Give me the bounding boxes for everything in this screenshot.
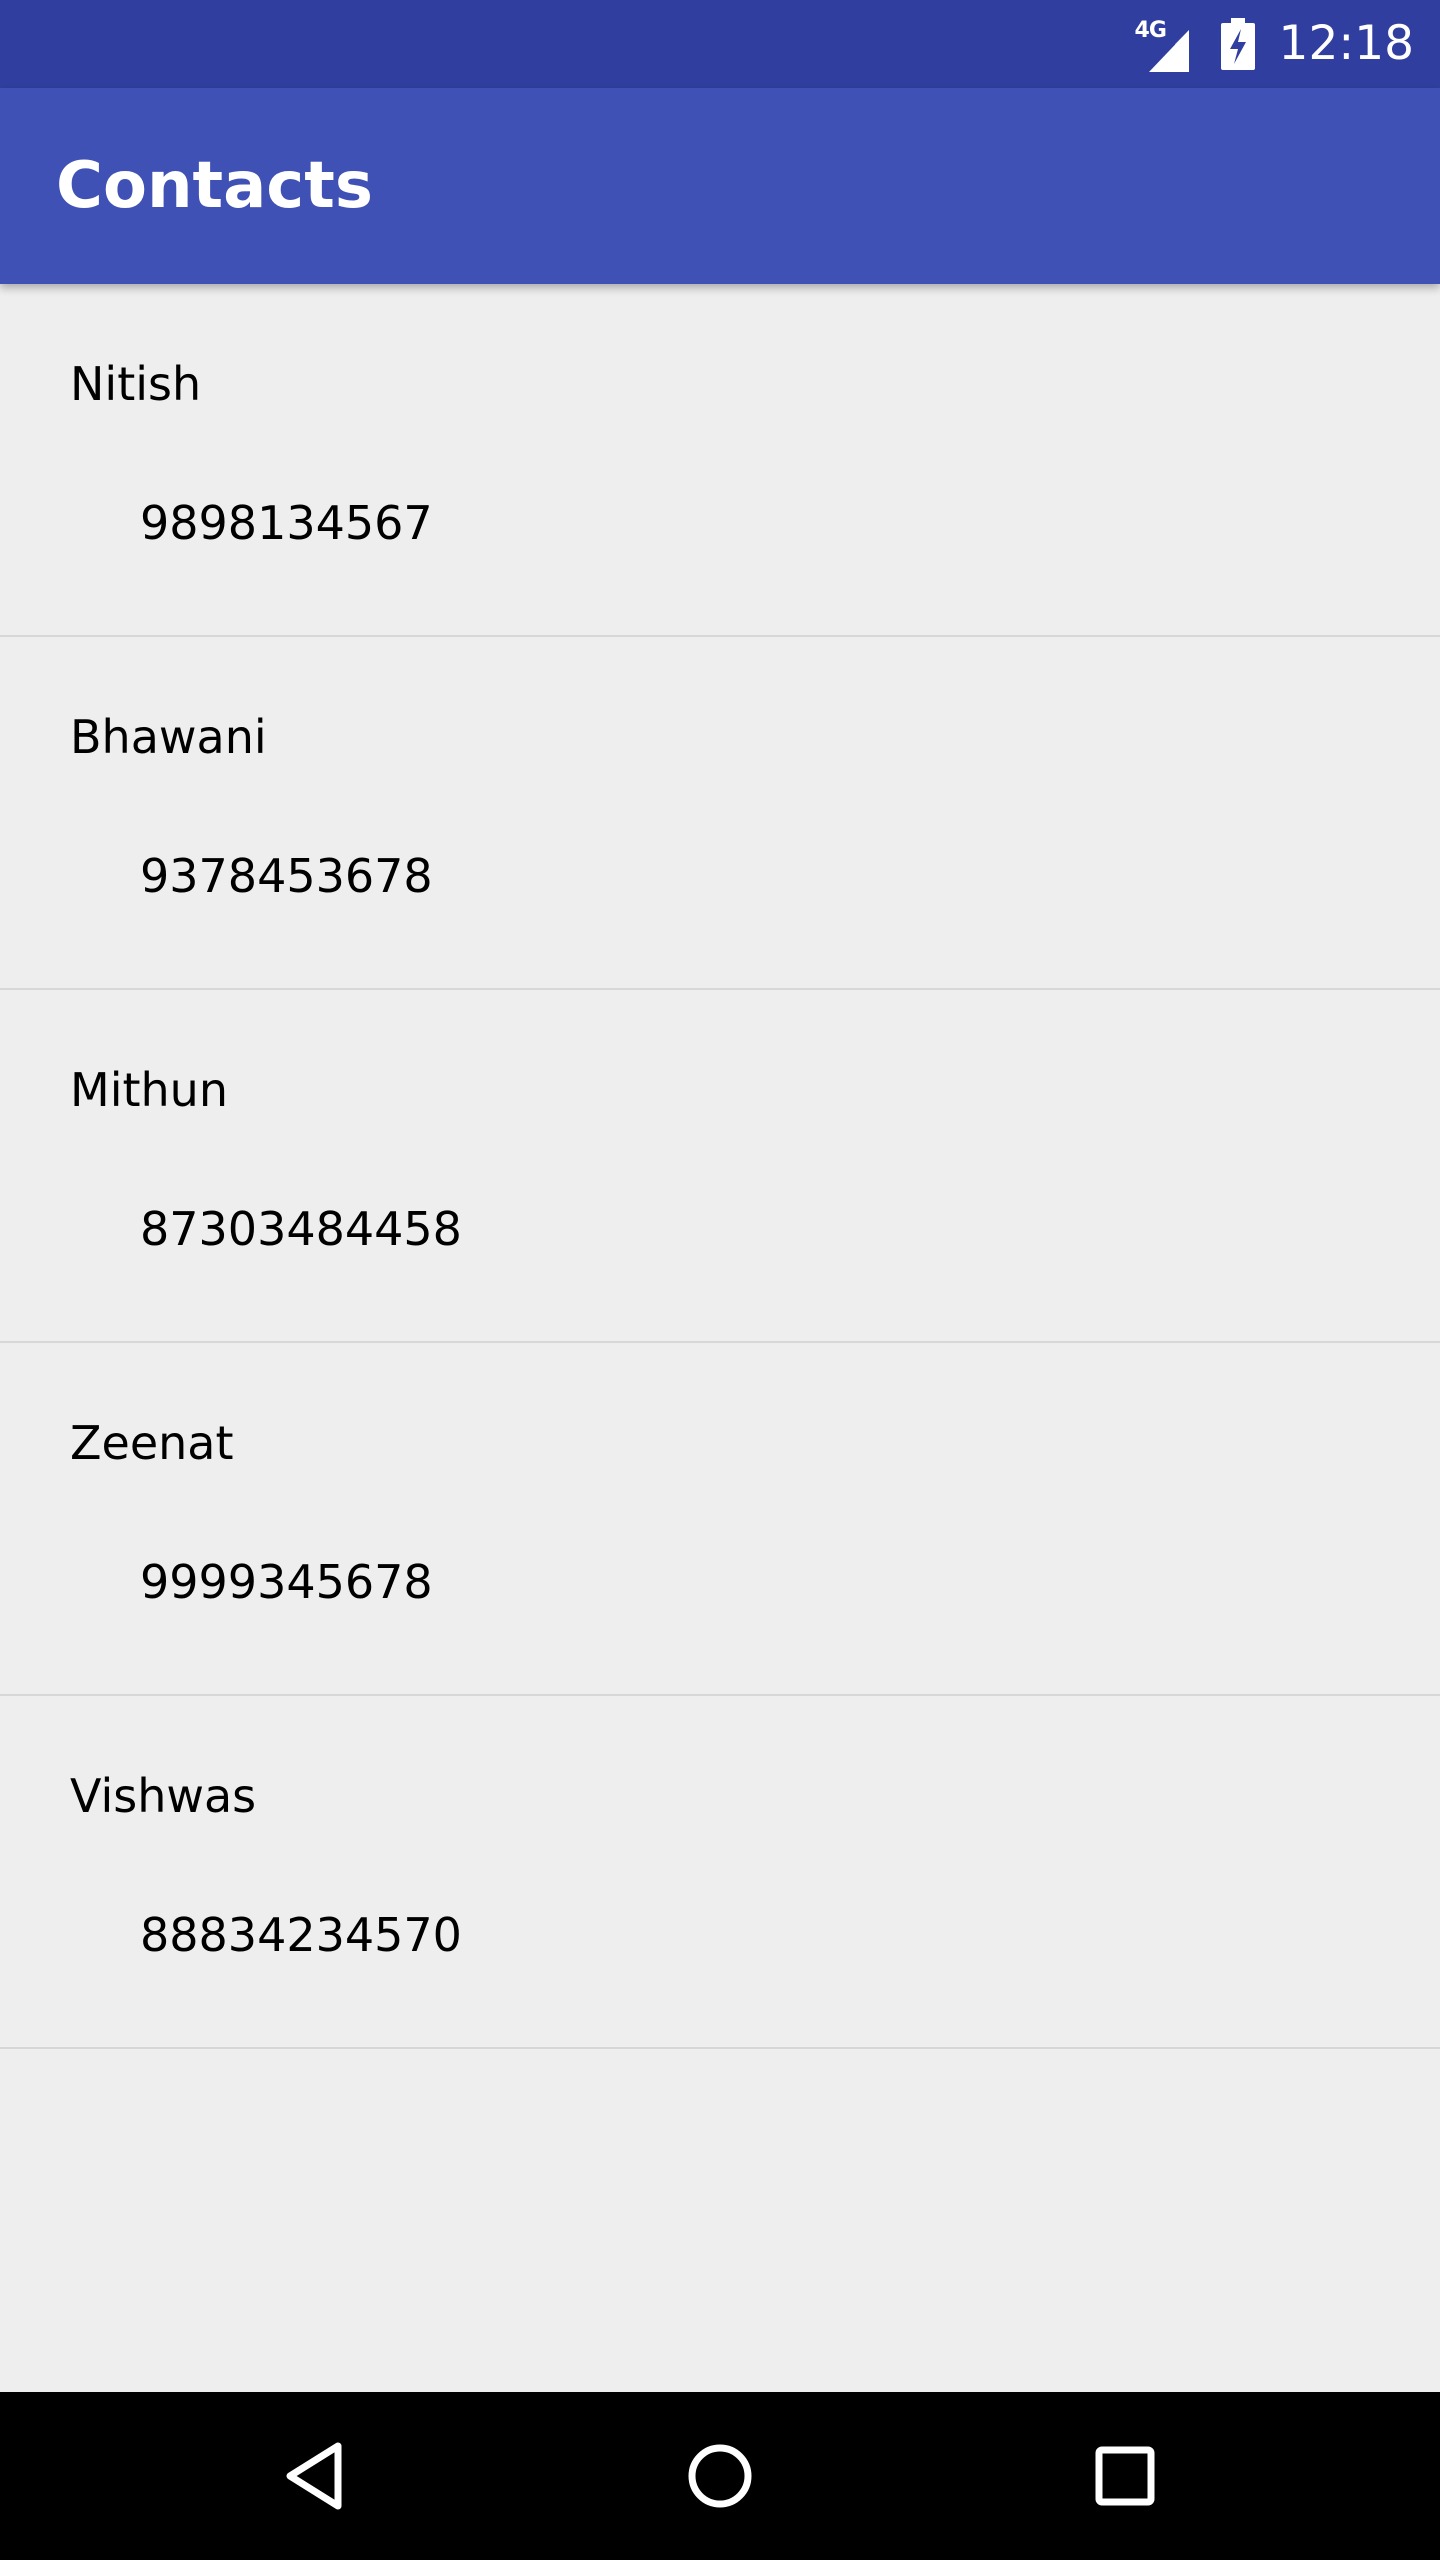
home-button[interactable] <box>636 2392 804 2560</box>
list-item[interactable]: Nitish 9898134567 <box>0 284 1440 637</box>
contact-name: Vishwas <box>70 1769 257 1823</box>
contact-phone: 87303484458 <box>140 1202 462 1256</box>
contact-phone: 9999345678 <box>140 1555 433 1609</box>
status-bar: 4G 12:18 <box>0 0 1440 88</box>
list-item[interactable]: Zeenat 9999345678 <box>0 1343 1440 1696</box>
list-item[interactable]: Vishwas 88834234570 <box>0 1696 1440 2049</box>
recents-icon <box>1095 2446 1155 2506</box>
battery-charging-icon <box>1220 18 1255 70</box>
signal-icon: 4G <box>1135 16 1199 72</box>
navigation-bar <box>0 2392 1440 2560</box>
recents-button[interactable] <box>1041 2392 1209 2560</box>
contact-phone: 88834234570 <box>140 1908 462 1962</box>
contact-name: Nitish <box>70 357 202 411</box>
home-icon <box>688 2444 752 2508</box>
status-icons: 4G 12:18 <box>1135 0 1414 88</box>
status-clock: 12:18 <box>1278 16 1414 71</box>
contact-name: Zeenat <box>70 1416 234 1470</box>
back-button[interactable] <box>230 2392 398 2560</box>
contact-name: Bhawani <box>70 710 267 764</box>
app-bar: Contacts <box>0 88 1440 284</box>
list-item[interactable]: Bhawani 9378453678 <box>0 637 1440 990</box>
page-title: Contacts <box>56 149 373 223</box>
contact-list: Nitish 9898134567 Bhawani 9378453678 Mit… <box>0 284 1440 2049</box>
list-item[interactable]: Mithun 87303484458 <box>0 990 1440 1343</box>
contact-name: Mithun <box>70 1063 228 1117</box>
contact-phone: 9898134567 <box>140 496 433 550</box>
contact-phone: 9378453678 <box>140 849 433 903</box>
back-icon <box>286 2442 342 2510</box>
